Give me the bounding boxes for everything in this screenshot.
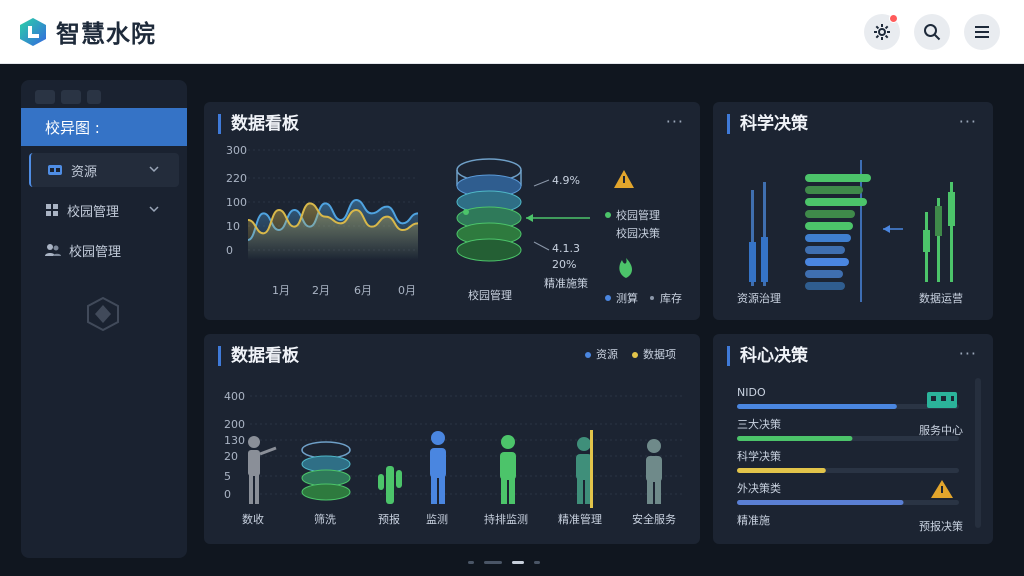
page-dot[interactable] — [484, 561, 502, 564]
sidebar-item-label: 资源 — [71, 164, 98, 180]
top-bar: 智慧水院 — [0, 0, 1024, 64]
cactus-icon — [378, 466, 402, 504]
person-figure-icon — [500, 435, 516, 504]
side-label: 校园决策 — [616, 226, 660, 240]
y-tick-label: 220 — [226, 172, 247, 185]
building-icon — [927, 392, 957, 408]
side-label: 校园管理 — [616, 208, 660, 222]
figures-visual: 400 200 130 20 5 0 数收 筛洗 预报 监测 持排监测 精准管理 安全服务 — [224, 390, 684, 526]
y-tick-label: 130 — [224, 434, 245, 447]
chevron-down-icon — [149, 206, 159, 213]
figure-label: 预报 — [378, 512, 400, 526]
menu-button[interactable] — [964, 14, 1000, 50]
cylinder-annotation: 20% — [552, 258, 576, 271]
layer-cylinder-icon — [456, 158, 522, 262]
row-right-label: 服务中心 — [919, 424, 963, 437]
warning-icon — [614, 170, 634, 188]
person-figure-icon — [576, 430, 593, 508]
app-logo-icon — [20, 17, 46, 46]
legend-item: 测算 — [616, 291, 638, 305]
bar-label: 数据运营 — [919, 291, 963, 305]
figure-label: 监测 — [426, 513, 448, 526]
y-tick-label: 0 — [226, 244, 233, 257]
emblem-icon — [87, 296, 119, 332]
page-dot-active[interactable] — [512, 561, 524, 564]
database-icon — [48, 165, 62, 175]
y-tick-label: 200 — [224, 418, 245, 431]
y-tick-label: 20 — [224, 450, 238, 463]
users-icon — [45, 244, 61, 256]
progress-fill — [737, 436, 853, 441]
flame-icon — [619, 258, 632, 278]
sidebar-active-label: 校异图 : — [45, 118, 100, 137]
row-right-label: 预报决策 — [919, 519, 963, 533]
sidebar-active-item[interactable]: 校异图 : — [21, 108, 187, 146]
y-tick-label: 100 — [226, 196, 247, 209]
x-tick-label: 0月 — [398, 284, 416, 297]
figure-label: 持排监测 — [484, 512, 528, 526]
panel-science-decision: 科学决策 ··· 资源治理 数据运营 — [713, 102, 993, 320]
y-tick-label: 5 — [224, 470, 231, 483]
figure-label: 筛洗 — [314, 512, 336, 526]
row-label: 三大决策 — [737, 417, 781, 431]
sidebar-item-campus-management[interactable]: 校园管理 — [29, 193, 179, 227]
y-tick-label: 0 — [224, 488, 231, 501]
x-tick-label: 1月 — [272, 284, 290, 297]
dashboard-area: 校异图 : 资源 校园管理 校园管理 数据看板 ··· 300 220 100 … — [0, 64, 1024, 576]
progress-list: NIDO 三大决策服务中心科学决策外决策类精准施 预报决策 — [737, 378, 981, 533]
x-tick-label: 2月 — [312, 284, 330, 297]
gear-icon — [874, 24, 890, 40]
y-tick-label: 10 — [226, 220, 240, 233]
bar-visual: 资源治理 数据运营 — [737, 160, 963, 305]
row-label: 科学决策 — [737, 449, 781, 463]
page-dot[interactable] — [534, 561, 540, 564]
progress-fill — [737, 500, 904, 505]
panel-data-board-top: 数据看板 ··· 300 220 100 10 0 1月 2月 6月 0月 4.… — [204, 102, 700, 320]
sidebar: 校异图 : 资源 校园管理 校园管理 — [21, 80, 187, 558]
search-button[interactable] — [914, 14, 950, 50]
y-tick-label: 400 — [224, 390, 245, 403]
panel-data-board-bottom: 数据看板 资源 数据项 400 200 130 20 5 0 数收 筛洗 预报 … — [204, 334, 700, 544]
layer-cylinder-icon — [301, 441, 351, 501]
cylinder-annotation: 4.9% — [552, 174, 580, 187]
app-title: 智慧水院 — [56, 20, 156, 48]
sidebar-item-label: 校园管理 — [67, 204, 120, 220]
progress-fill — [737, 468, 826, 473]
sidebar-item-resources[interactable]: 资源 — [29, 153, 179, 187]
legend-item: 库存 — [660, 291, 682, 305]
warning-icon — [931, 480, 953, 498]
progress-fill — [737, 404, 897, 409]
row-label: 外决策类 — [737, 481, 781, 495]
x-tick-label: 6月 — [354, 284, 372, 297]
grid-icon — [46, 204, 58, 216]
area-chart: 300220100100 1月 2月 6月 0月 4.9% 4.1.3 20% 校园管… — [226, 144, 682, 305]
side-label: 精准施策 — [544, 276, 588, 290]
y-tick-label: 300 — [226, 144, 247, 157]
pagination-dots — [468, 561, 540, 564]
sidebar-item-campus-users[interactable]: 校园管理 — [29, 233, 179, 267]
bar-label: 资源治理 — [737, 291, 781, 305]
chevron-down-icon — [149, 166, 159, 173]
page-dot[interactable] — [468, 561, 474, 564]
sidebar-item-label: 校园管理 — [69, 244, 122, 260]
person-figure-icon — [646, 439, 662, 504]
search-icon — [924, 24, 941, 41]
row-label: NIDO — [737, 386, 766, 399]
settings-button[interactable] — [864, 14, 900, 50]
figure-label: 精准管理 — [558, 512, 602, 526]
panel-core-decision: 科心决策 ··· NIDO 三大决策 服务中心 科学决策 外决策类 精准施 预报决策 — [713, 334, 993, 544]
figure-label: 安全服务 — [632, 512, 676, 526]
notification-dot — [889, 14, 898, 23]
cylinder-label: 校园管理 — [468, 288, 512, 302]
person-figure-icon — [430, 431, 446, 504]
cylinder-annotation: 4.1.3 — [552, 242, 580, 255]
hamburger-icon — [975, 26, 989, 38]
row-label: 精准施 — [737, 514, 770, 527]
figure-label: 数收 — [242, 512, 264, 526]
